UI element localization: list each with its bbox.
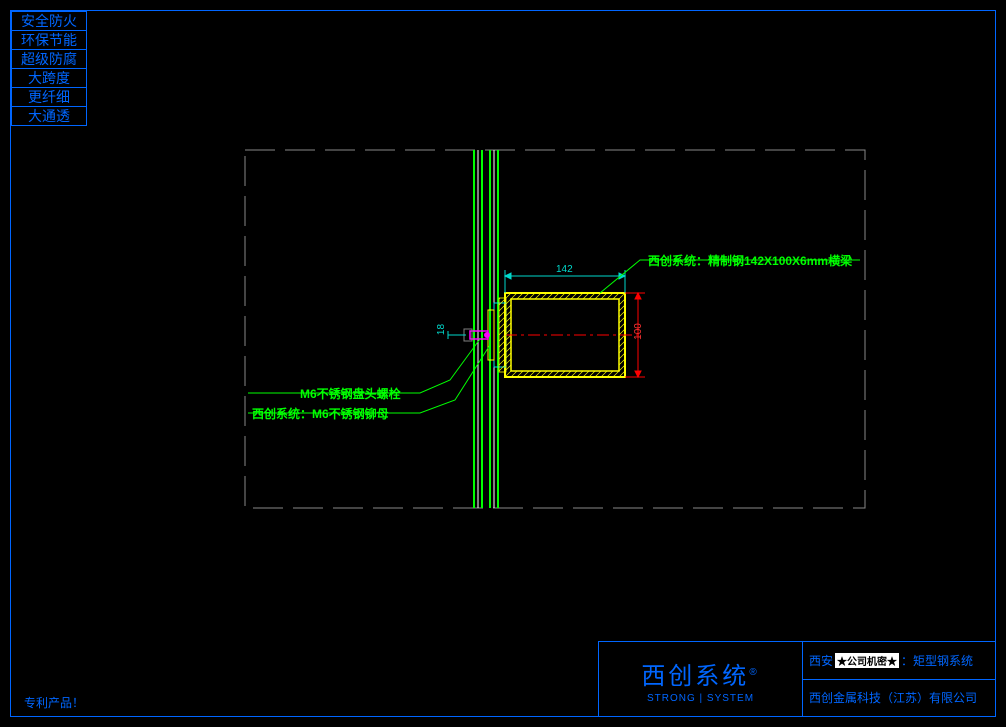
secret-badge: ★公司机密★ bbox=[835, 653, 899, 668]
project-cell: 西安 ★公司机密★ ：矩型钢系统 bbox=[802, 641, 996, 680]
label-bolt: M6不锈钢盘头螺栓 bbox=[300, 385, 401, 402]
cad-drawing bbox=[0, 0, 1006, 727]
label-beam: 西创系统：精制钢142X100X6mm横梁 bbox=[648, 252, 852, 269]
connector-bracket bbox=[464, 298, 506, 372]
logo-sub: STRONG | SYSTEM bbox=[599, 693, 802, 704]
title-block: 西创系统® STRONG | SYSTEM 西安 ★公司机密★ ：矩型钢系统 西… bbox=[598, 641, 996, 717]
steel-tube bbox=[505, 293, 640, 377]
dim-height-text: 100 bbox=[633, 323, 644, 340]
dim-width-text: 142 bbox=[556, 264, 573, 275]
dim-offset bbox=[448, 331, 466, 339]
dim-offset-text: 18 bbox=[436, 324, 447, 335]
label-rivet: 西创系统：M6不锈钢铆母 bbox=[252, 405, 389, 422]
patent-text: 专利产品！ bbox=[24, 694, 84, 711]
logo-main: 西创系统® bbox=[599, 656, 802, 691]
leader-rivet bbox=[248, 345, 490, 413]
logo-cell: 西创系统® STRONG | SYSTEM bbox=[598, 641, 802, 717]
company-cell: 西创金属科技（江苏）有限公司 bbox=[802, 679, 996, 718]
